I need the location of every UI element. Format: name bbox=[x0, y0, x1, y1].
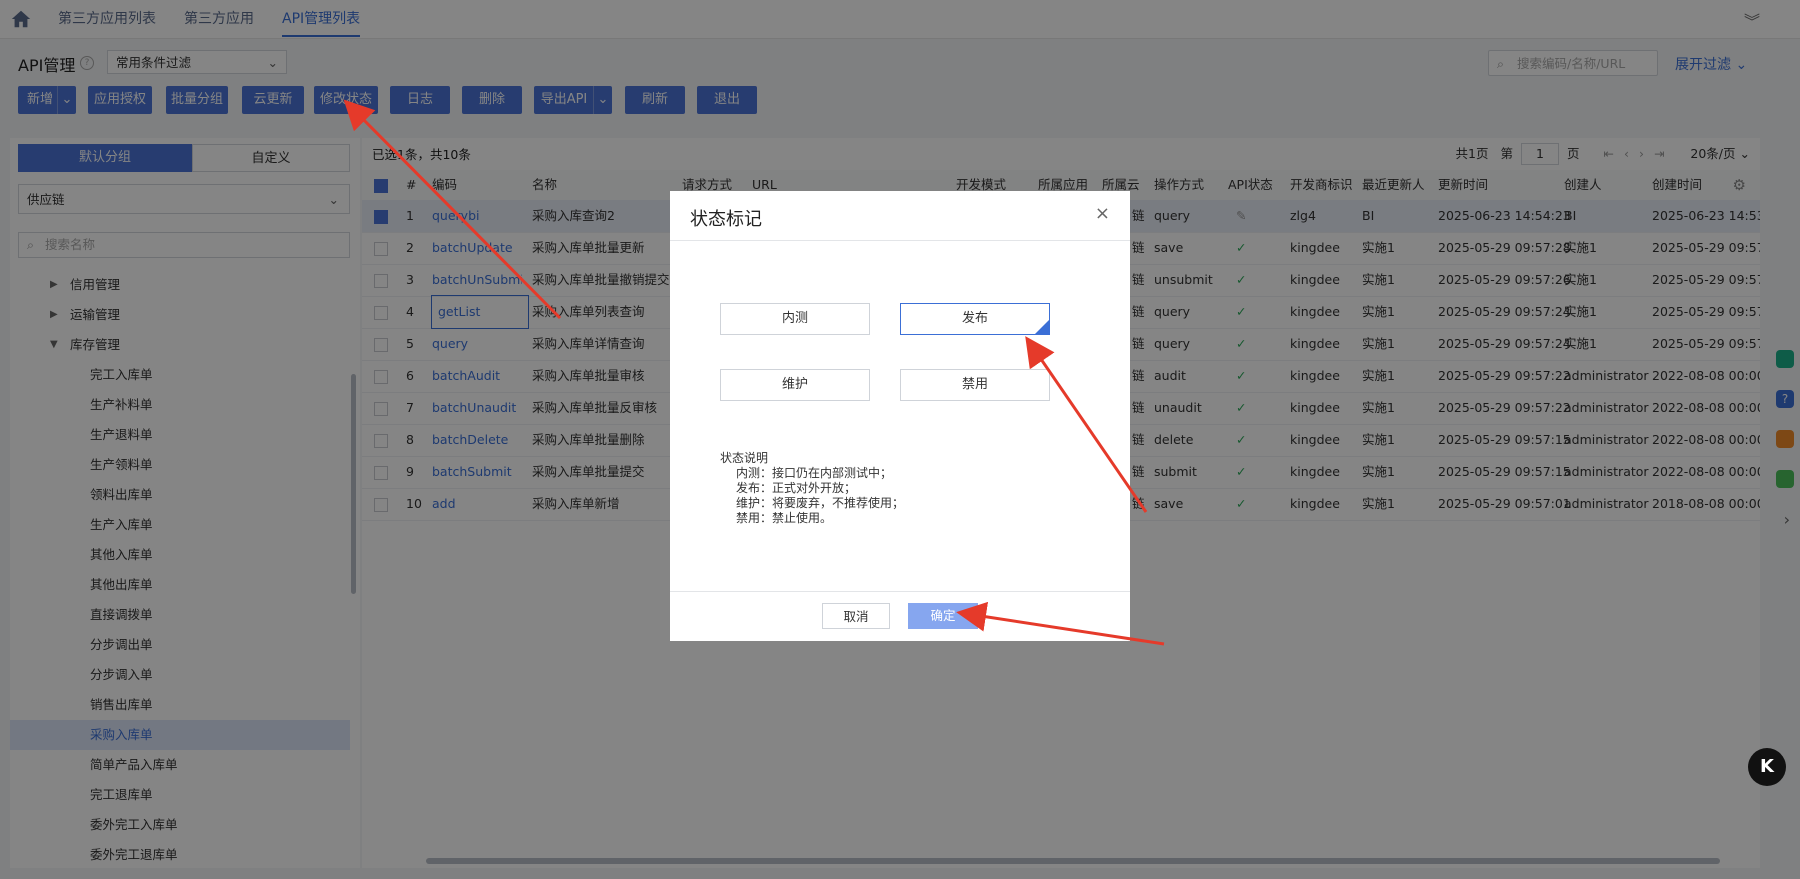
annotation-arrows bbox=[343, 99, 1165, 646]
arrow-to-confirm-button bbox=[956, 601, 1165, 646]
arrow-to-modify-status bbox=[343, 99, 562, 320]
arrow-to-publish-option bbox=[1025, 336, 1148, 513]
